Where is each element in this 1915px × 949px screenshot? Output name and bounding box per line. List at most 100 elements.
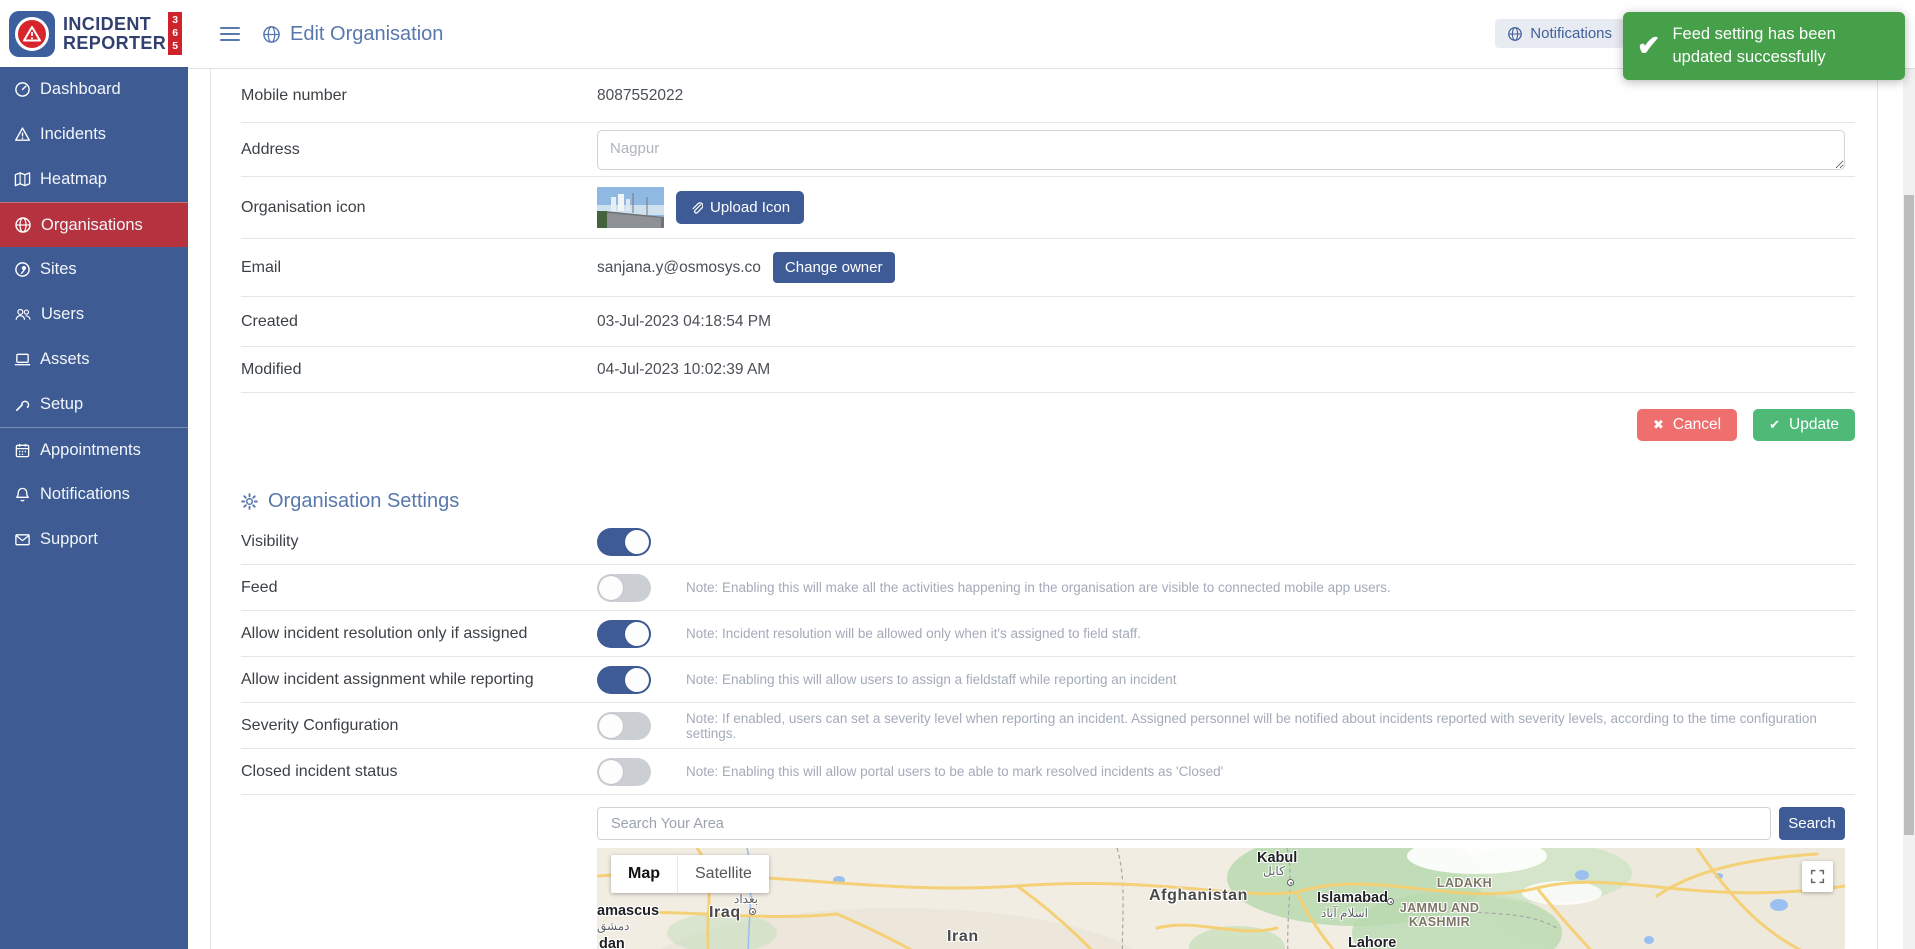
sidebar-item-support[interactable]: Support <box>0 517 188 562</box>
modified-row: Modified 04-Jul-2023 10:02:39 AM <box>241 347 1855 393</box>
sidebar-item-setup[interactable]: Setup <box>0 382 188 427</box>
modified-value: 04-Jul-2023 10:02:39 AM <box>597 361 770 379</box>
sites-icon <box>14 261 31 278</box>
map-label-afghanistan: Afghanistan <box>1149 887 1248 905</box>
organisation-icon-image <box>597 187 664 228</box>
visibility-toggle[interactable] <box>597 528 651 556</box>
x-icon: ✖ <box>1653 417 1664 433</box>
vertical-scrollbar[interactable] <box>1903 69 1915 949</box>
map-label-damascus: amascus <box>597 903 659 919</box>
sidebar-item-incidents[interactable]: Incidents <box>0 112 188 157</box>
feed-toggle[interactable] <box>597 574 651 602</box>
created-label: Created <box>241 313 597 331</box>
app-logo: INCIDENT REPORTER 3 6 5 <box>0 0 188 67</box>
wrench-icon <box>14 396 31 413</box>
logo-text-line1: INCIDENT <box>63 15 166 33</box>
organisation-icon-row: Organisation icon Upload Icon <box>241 177 1855 239</box>
setting-row-visibility: Visibility <box>241 519 1855 565</box>
created-value: 03-Jul-2023 04:18:54 PM <box>597 313 771 331</box>
email-value: sanjana.y@osmosys.co <box>597 259 761 277</box>
calendar-icon <box>14 442 31 459</box>
modified-label: Modified <box>241 361 597 379</box>
address-input[interactable] <box>597 130 1845 170</box>
menu-toggle-icon[interactable] <box>220 27 240 41</box>
sidebar-item-heatmap[interactable]: Heatmap <box>0 157 188 202</box>
sidebar-item-users[interactable]: Users <box>0 292 188 337</box>
toast-success[interactable]: ✔ Feed setting has been updated successf… <box>1623 12 1905 80</box>
map-canvas[interactable]: Kabul كابل Afghanistan Islamabad اسلام آ… <box>597 848 1845 949</box>
map-label-baghdad-arabic: بغداد <box>734 892 758 906</box>
dashboard-icon <box>14 81 31 98</box>
change-owner-button[interactable]: Change owner <box>773 252 895 283</box>
organisation-settings: Visibility Feed Note: Enabling this will… <box>241 519 1855 795</box>
page-title: Edit Organisation <box>262 23 443 46</box>
sidebar-item-notifications[interactable]: Notifications <box>0 472 188 517</box>
setting-row-assignment-reporting: Allow incident assignment while reportin… <box>241 657 1855 703</box>
map-view-button[interactable]: Map <box>611 855 677 893</box>
globe-icon <box>14 216 32 234</box>
map-label-lahore: Lahore <box>1348 935 1396 949</box>
setting-row-resolution-assigned: Allow incident resolution only if assign… <box>241 611 1855 657</box>
envelope-icon <box>14 531 31 548</box>
logo-badge-365: 3 6 5 <box>168 12 182 55</box>
update-button[interactable]: ✔Update <box>1753 409 1855 441</box>
sidebar-item-assets[interactable]: Assets <box>0 337 188 382</box>
setting-row-feed: Feed Note: Enabling this will make all t… <box>241 565 1855 611</box>
map-search-row: Search <box>241 807 1845 840</box>
setting-row-closed-status: Closed incident status Note: Enabling th… <box>241 749 1855 795</box>
check-icon: ✔ <box>1637 32 1660 60</box>
toast-message: Feed setting has been updated successful… <box>1672 23 1891 69</box>
mobile-number-value: 8087552022 <box>597 87 683 105</box>
address-row: Address <box>241 123 1855 177</box>
satellite-view-button[interactable]: Satellite <box>677 855 769 893</box>
closed-status-toggle[interactable] <box>597 758 651 786</box>
incidents-icon <box>14 126 31 143</box>
warning-triangle-icon <box>22 25 42 43</box>
fullscreen-icon <box>1810 869 1825 884</box>
search-area-input[interactable] <box>597 807 1771 840</box>
sidebar: INCIDENT REPORTER 3 6 5 Dashboard Incide… <box>0 0 188 949</box>
severity-toggle[interactable] <box>597 712 651 740</box>
map-label-damascus-arabic: دمشق <box>597 919 629 933</box>
map-label-iraq: Iraq <box>709 904 741 922</box>
sidebar-item-dashboard[interactable]: Dashboard <box>0 67 188 112</box>
map-label-jammu-kashmir: JAMMU AND KASHMIR <box>1392 901 1487 930</box>
organisation-icon-label: Organisation icon <box>241 199 597 217</box>
notifications-button[interactable]: Notifications <box>1495 19 1624 48</box>
upload-icon-button[interactable]: Upload Icon <box>676 191 804 224</box>
email-label: Email <box>241 259 597 277</box>
globe-icon <box>1507 26 1523 42</box>
email-row: Email sanjana.y@osmosys.co Change owner <box>241 239 1855 297</box>
setting-row-severity: Severity Configuration Note: If enabled,… <box>241 703 1855 749</box>
sidebar-item-sites[interactable]: Sites <box>0 247 188 292</box>
map-city-dot <box>749 908 756 915</box>
assignment-reporting-toggle[interactable] <box>597 666 651 694</box>
map-label-ladakh: LADAKH <box>1417 876 1512 890</box>
map-city-dot <box>1287 879 1294 886</box>
mobile-number-label: Mobile number <box>241 87 597 105</box>
search-button[interactable]: Search <box>1779 807 1845 840</box>
organisation-settings-title: Organisation Settings <box>241 489 1855 513</box>
sidebar-item-organisations[interactable]: Organisations <box>0 202 188 247</box>
scrollbar-thumb[interactable] <box>1904 195 1914 835</box>
map-label-jordan: dan <box>599 936 625 949</box>
map-label-islamabad: Islamabad <box>1317 890 1388 906</box>
bell-icon <box>14 486 31 503</box>
created-row: Created 03-Jul-2023 04:18:54 PM <box>241 297 1855 347</box>
gear-icon <box>241 493 258 510</box>
fullscreen-button[interactable] <box>1802 861 1833 892</box>
laptop-icon <box>14 351 31 368</box>
sidebar-item-appointments[interactable]: Appointments <box>0 427 188 472</box>
edit-organisation-form: Mobile number 8087552022 Address Organis… <box>210 69 1878 949</box>
map-label-kabul-arabic: كابل <box>1263 864 1285 878</box>
check-icon: ✔ <box>1769 417 1780 433</box>
resolution-assigned-toggle[interactable] <box>597 620 651 648</box>
cancel-button[interactable]: ✖Cancel <box>1637 409 1737 441</box>
mobile-number-row: Mobile number 8087552022 <box>241 69 1855 123</box>
address-label: Address <box>241 141 597 159</box>
map-label-iran: Iran <box>947 928 979 946</box>
map-type-control: Map Satellite <box>611 855 769 893</box>
users-icon <box>14 306 32 323</box>
logo-text-line2: REPORTER <box>63 34 166 52</box>
logo-icon <box>9 11 55 57</box>
